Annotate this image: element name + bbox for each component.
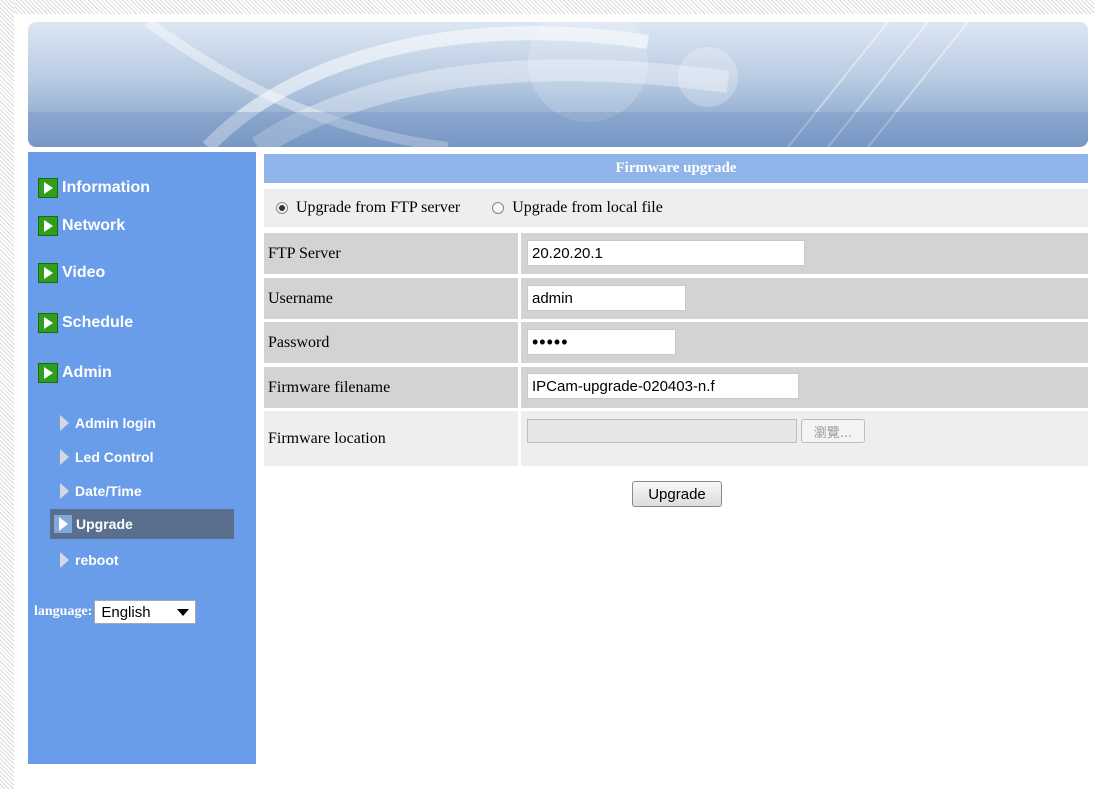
sidebar-subitem-label: Led Control: [75, 449, 154, 465]
page-border-left: [0, 0, 14, 789]
play-icon: [38, 263, 58, 283]
username-input[interactable]: admin: [527, 285, 686, 311]
sidebar-item-label: Information: [62, 179, 150, 196]
arrow-right-icon: [60, 449, 69, 465]
sidebar-subitem-label: Upgrade: [76, 516, 133, 532]
username-label: Username: [264, 278, 518, 319]
row-location: Firmware location 瀏覽...: [264, 411, 1088, 466]
row-filename: Firmware filename IPCam-upgrade-020403-n…: [264, 367, 1088, 408]
sidebar-item-video[interactable]: Video: [38, 263, 105, 283]
sidebar-subitem-date-time[interactable]: Date/Time: [50, 476, 234, 506]
sidebar-item-label: Admin: [62, 364, 112, 381]
sidebar-item-information[interactable]: Information: [38, 178, 150, 198]
radio-ftp-label: Upgrade from FTP server: [296, 199, 461, 216]
sidebar-item-admin[interactable]: Admin: [38, 363, 112, 383]
radio-ftp[interactable]: Upgrade from FTP server: [276, 199, 460, 217]
sidebar-subitem-upgrade[interactable]: Upgrade: [50, 509, 234, 539]
filename-cell: IPCam-upgrade-020403-n.f: [521, 367, 1088, 408]
sidebar-subitem-label: Admin login: [75, 415, 156, 431]
password-cell: •••••: [521, 322, 1088, 363]
row-ftp-server: FTP Server 20.20.20.1: [264, 233, 1088, 274]
sidebar-item-label: Schedule: [62, 314, 134, 331]
panel-title: Firmware upgrade: [264, 154, 1088, 183]
row-username: Username admin: [264, 278, 1088, 319]
sidebar-item-schedule[interactable]: Schedule: [38, 313, 133, 333]
arrow-right-icon: [60, 552, 69, 568]
sidebar-subitem-led-control[interactable]: Led Control: [50, 442, 234, 472]
sidebar-item-label: Video: [62, 264, 106, 281]
play-icon: [38, 216, 58, 236]
browse-button[interactable]: 瀏覽...: [801, 419, 865, 443]
sidebar-subitem-reboot[interactable]: reboot: [50, 545, 234, 575]
upgrade-button[interactable]: Upgrade: [632, 481, 722, 507]
sidebar-subitem-label: Date/Time: [75, 483, 142, 499]
password-label: Password: [264, 322, 518, 363]
arrow-right-icon: [60, 483, 69, 499]
radio-local[interactable]: Upgrade from local file: [492, 199, 663, 217]
radio-checked-icon[interactable]: [276, 202, 288, 214]
row-password: Password •••••: [264, 322, 1088, 363]
ftp-server-cell: 20.20.20.1: [521, 233, 1088, 274]
play-icon: [38, 363, 58, 383]
password-input[interactable]: •••••: [527, 329, 676, 355]
username-cell: admin: [521, 278, 1088, 319]
language-select[interactable]: English: [94, 600, 197, 624]
radio-local-label: Upgrade from local file: [512, 199, 663, 216]
header-banner: [28, 22, 1088, 147]
sidebar-subitem-label: reboot: [75, 552, 119, 568]
filename-input[interactable]: IPCam-upgrade-020403-n.f: [527, 373, 799, 399]
location-label: Firmware location: [264, 411, 518, 466]
arrow-right-icon: [54, 515, 72, 533]
filename-label: Firmware filename: [264, 367, 518, 408]
sidebar-item-network[interactable]: Network: [38, 216, 125, 236]
play-icon: [38, 313, 58, 333]
sidebar: Information Network Video Schedule Admin…: [28, 152, 256, 764]
ftp-server-label: FTP Server: [264, 233, 518, 274]
arrow-right-icon: [60, 415, 69, 431]
location-cell: 瀏覽...: [521, 411, 1088, 466]
banner-graphic: [28, 22, 1088, 147]
upgrade-mode-row: Upgrade from FTP server Upgrade from loc…: [264, 189, 1088, 227]
language-label: language:: [34, 604, 93, 619]
sidebar-subitem-admin-login[interactable]: Admin login: [50, 408, 234, 438]
language-selector: language: English: [34, 600, 197, 624]
location-file-input[interactable]: [527, 419, 797, 443]
language-selected-value: English: [101, 603, 151, 621]
radio-unchecked-icon[interactable]: [492, 202, 505, 214]
page-border-top: [0, 0, 1094, 14]
ftp-server-input[interactable]: 20.20.20.1: [527, 240, 805, 266]
chevron-down-icon: [177, 608, 190, 616]
sidebar-item-label: Network: [62, 217, 126, 234]
play-icon: [38, 178, 58, 198]
